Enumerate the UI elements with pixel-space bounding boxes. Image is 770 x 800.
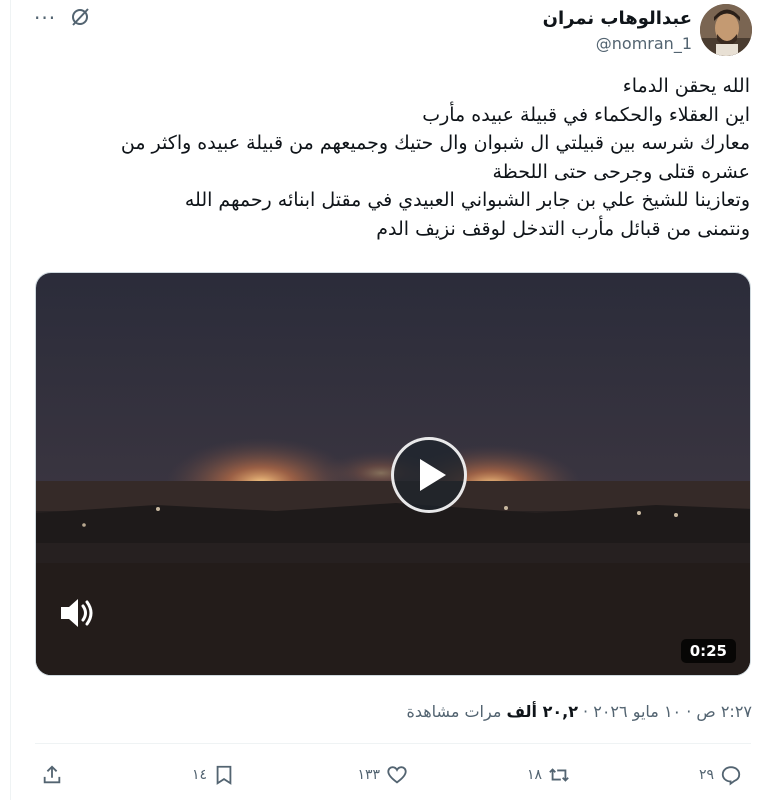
share-button[interactable]	[41, 761, 63, 789]
video-duration: 0:25	[680, 639, 736, 663]
author-name[interactable]: عبدالوهاب نمران	[543, 8, 692, 29]
author-handle[interactable]: @nomran_1	[596, 34, 692, 53]
video-player[interactable]: 0:25	[35, 272, 751, 676]
tweet-timestamp[interactable]: ٢:٢٧ ص · ١٠ مايو ٢٠٢٦ ·	[578, 702, 752, 721]
tweet-line: وتعازينا للشيخ علي بن جابر الشبواني العب…	[184, 189, 750, 211]
share-icon	[43, 765, 61, 784]
volume-icon[interactable]	[58, 595, 98, 631]
heart-icon	[387, 766, 407, 784]
bookmark-icon	[216, 765, 232, 785]
tweet-text: الله يحقن الدماء اين العقلاء والحكماء في…	[30, 72, 750, 243]
repost-button[interactable]: ١٨	[527, 761, 570, 789]
repost-icon	[549, 768, 569, 782]
timeline-border	[10, 0, 11, 800]
avatar[interactable]	[700, 4, 752, 56]
bookmark-button[interactable]: ١٤	[192, 761, 235, 789]
reply-button[interactable]: ٢٩	[699, 761, 742, 789]
play-button[interactable]	[391, 437, 467, 513]
tweet-line: عشره قتلى وجرحى حتى اللحظة	[492, 160, 750, 183]
tweet-line: الله يحقن الدماء	[622, 75, 750, 97]
tweet-card: عبدالوهاب نمران @nomran_1 ··· الله يحقن …	[0, 0, 770, 800]
like-button[interactable]: ١٣٣	[357, 761, 408, 789]
tweet-line: ونتمنى من قبائل مأرب التدخل لوقف نزيف ال…	[376, 217, 750, 240]
repost-count: ١٨	[526, 767, 542, 783]
tweet-line: معارك شرسه بين قبيلتي ال شبوان وال حتيك …	[120, 132, 750, 154]
bookmark-count: ١٤	[191, 767, 207, 783]
views-label: مرات مشاهدة	[406, 702, 507, 721]
reply-count: ٢٩	[698, 767, 714, 783]
grok-icon[interactable]	[69, 6, 91, 28]
more-icon[interactable]: ···	[34, 6, 56, 30]
tweet-meta: ٢:٢٧ ص · ١٠ مايو ٢٠٢٦ · ٢٠,٢ ألف مرات مش…	[406, 702, 752, 721]
reply-icon	[721, 766, 741, 786]
play-icon	[420, 459, 446, 491]
views-count: ٢٠,٢ ألف	[506, 702, 578, 721]
divider	[35, 743, 751, 744]
tweet-line: اين العقلاء والحكماء في قبيلة عبيده مأرب	[422, 103, 750, 126]
like-count: ١٣٣	[357, 767, 380, 783]
